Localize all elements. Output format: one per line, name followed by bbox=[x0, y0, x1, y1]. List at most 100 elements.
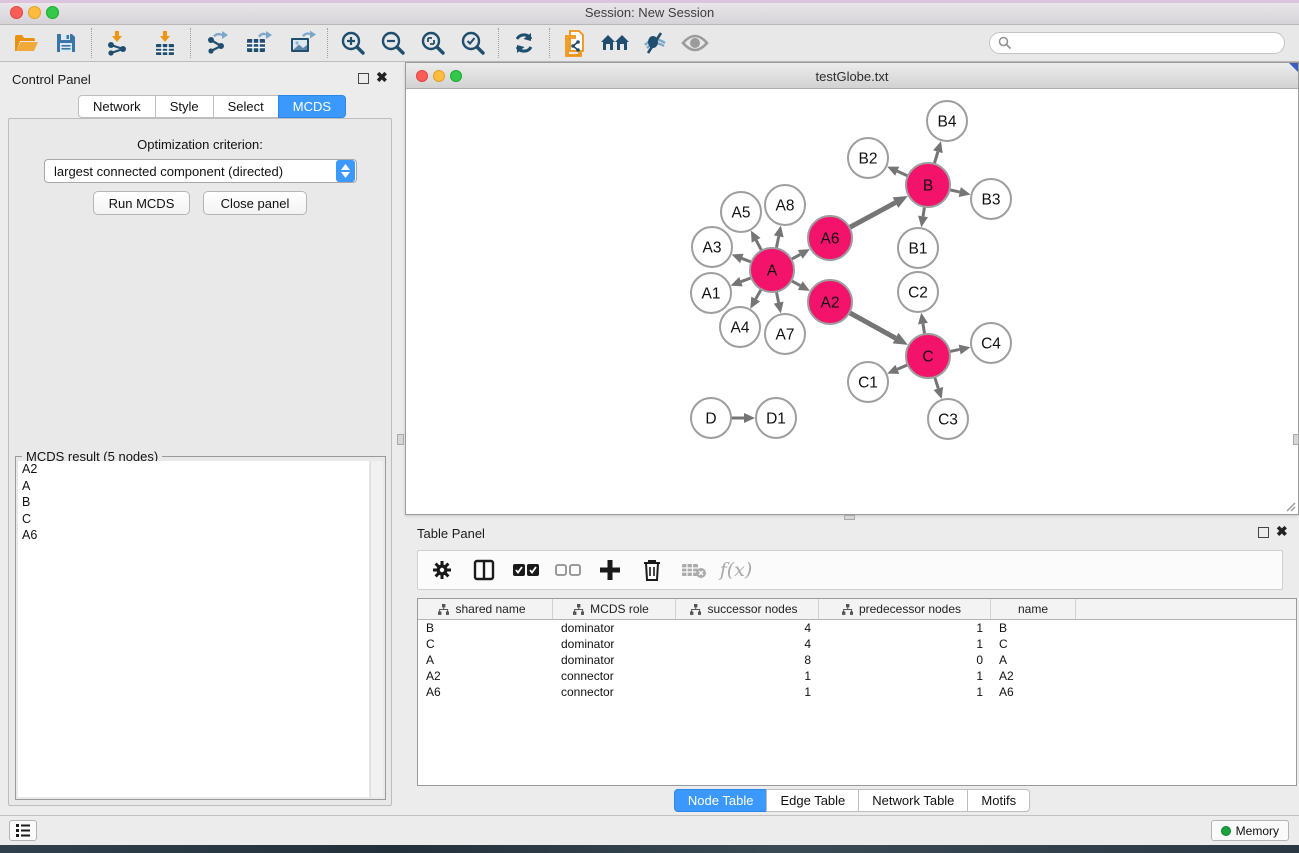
tab-style[interactable]: Style bbox=[155, 95, 214, 118]
node-A4[interactable]: A4 bbox=[720, 307, 760, 347]
edge-A-A5[interactable] bbox=[751, 231, 762, 251]
import-network-icon[interactable] bbox=[97, 27, 137, 59]
result-item[interactable]: A6 bbox=[18, 527, 369, 544]
tab-node-table[interactable]: Node Table bbox=[674, 789, 768, 812]
table-row[interactable]: Bdominator41B bbox=[418, 620, 1296, 636]
column-layout-icon[interactable] bbox=[470, 556, 498, 584]
edge-B-B3[interactable] bbox=[949, 187, 970, 197]
edge-B-B4[interactable] bbox=[933, 141, 943, 164]
node-A8[interactable]: A8 bbox=[765, 185, 805, 225]
node-B1[interactable]: B1 bbox=[898, 228, 938, 268]
search-box[interactable] bbox=[989, 32, 1285, 54]
tab-mcds[interactable]: MCDS bbox=[278, 95, 346, 118]
delete-column-icon[interactable] bbox=[638, 556, 666, 584]
node-C1[interactable]: C1 bbox=[848, 362, 888, 402]
edge-A-A4[interactable] bbox=[750, 289, 761, 309]
edge-A-A2[interactable] bbox=[791, 281, 810, 291]
node-C4[interactable]: C4 bbox=[971, 323, 1011, 363]
vertical-splitter-grip[interactable] bbox=[397, 434, 404, 445]
show-all-icon[interactable] bbox=[675, 27, 715, 59]
node-A1[interactable]: A1 bbox=[691, 273, 731, 313]
close-table-panel-icon[interactable]: ✖ bbox=[1276, 524, 1288, 538]
table-row[interactable]: A2connector11A2 bbox=[418, 668, 1296, 684]
zoom-selected-icon[interactable] bbox=[453, 27, 493, 59]
export-network-icon[interactable] bbox=[196, 27, 236, 59]
zoom-out-icon[interactable] bbox=[373, 27, 413, 59]
close-panel-button[interactable]: Close panel bbox=[203, 191, 307, 215]
vertical-splitter-grip[interactable] bbox=[1293, 434, 1299, 445]
edge-A2-C[interactable] bbox=[849, 313, 908, 345]
resize-grip-icon[interactable] bbox=[1284, 500, 1296, 512]
add-column-icon[interactable] bbox=[596, 556, 624, 584]
float-panel-icon[interactable] bbox=[358, 73, 369, 84]
new-network-from-selection-icon[interactable] bbox=[555, 27, 595, 59]
node-B4[interactable]: B4 bbox=[927, 101, 967, 141]
column-header-predecessor-nodes[interactable]: predecessor nodes bbox=[819, 599, 991, 619]
hide-selected-icon[interactable] bbox=[635, 27, 675, 59]
edge-D-D1[interactable] bbox=[731, 413, 755, 423]
settings-gear-icon[interactable] bbox=[428, 556, 456, 584]
column-header-name[interactable]: name bbox=[991, 599, 1076, 619]
result-item[interactable]: B bbox=[18, 494, 369, 511]
node-A2[interactable]: A2 bbox=[808, 280, 852, 324]
node-B3[interactable]: B3 bbox=[971, 179, 1011, 219]
optimization-criterion-select[interactable]: largest connected component (directed) bbox=[44, 159, 357, 183]
save-session-icon[interactable] bbox=[46, 27, 86, 59]
first-neighbors-icon[interactable] bbox=[595, 27, 635, 59]
result-scrollbar[interactable] bbox=[370, 461, 383, 797]
refresh-icon[interactable] bbox=[504, 27, 544, 59]
edge-A-A8[interactable] bbox=[774, 226, 784, 249]
tab-motifs[interactable]: Motifs bbox=[967, 789, 1030, 812]
edge-A6-B[interactable] bbox=[849, 196, 907, 228]
float-table-panel-icon[interactable] bbox=[1258, 527, 1269, 538]
edge-A-A3[interactable] bbox=[732, 254, 752, 263]
edge-C-C1[interactable] bbox=[887, 365, 908, 374]
memory-button[interactable]: Memory bbox=[1211, 820, 1289, 841]
zoom-fit-icon[interactable] bbox=[413, 27, 453, 59]
node-B[interactable]: B bbox=[906, 163, 950, 207]
edge-A-A1[interactable] bbox=[731, 277, 752, 286]
edge-B-B2[interactable] bbox=[887, 167, 908, 176]
table-row[interactable]: Cdominator41C bbox=[418, 636, 1296, 652]
node-A[interactable]: A bbox=[750, 248, 794, 292]
edge-A-A7[interactable] bbox=[774, 292, 784, 314]
result-item[interactable]: A bbox=[18, 478, 369, 495]
column-header-MCDS-role[interactable]: MCDS role bbox=[553, 599, 676, 619]
open-file-icon[interactable] bbox=[6, 27, 46, 59]
node-A5[interactable]: A5 bbox=[721, 192, 761, 232]
node-B2[interactable]: B2 bbox=[848, 138, 888, 178]
tab-edge-table[interactable]: Edge Table bbox=[766, 789, 859, 812]
task-history-button[interactable] bbox=[9, 820, 37, 841]
edge-C-C3[interactable] bbox=[934, 377, 944, 399]
result-item[interactable]: C bbox=[18, 511, 369, 528]
node-C3[interactable]: C3 bbox=[928, 399, 968, 439]
deselect-all-icon[interactable] bbox=[554, 556, 582, 584]
edge-B-B1[interactable] bbox=[918, 207, 928, 228]
zoom-in-icon[interactable] bbox=[333, 27, 373, 59]
edge-C-C2[interactable] bbox=[918, 313, 928, 335]
tab-network[interactable]: Network bbox=[78, 95, 156, 118]
import-table-icon[interactable] bbox=[145, 27, 185, 59]
column-header-shared-name[interactable]: shared name bbox=[418, 599, 553, 619]
result-item[interactable]: A2 bbox=[18, 461, 369, 478]
tab-network-table[interactable]: Network Table bbox=[858, 789, 968, 812]
close-panel-icon[interactable]: ✖ bbox=[376, 70, 388, 84]
export-table-icon[interactable] bbox=[238, 27, 278, 59]
node-C[interactable]: C bbox=[906, 334, 950, 378]
column-header-successor-nodes[interactable]: successor nodes bbox=[676, 599, 819, 619]
run-mcds-button[interactable]: Run MCDS bbox=[93, 191, 190, 215]
tab-select[interactable]: Select bbox=[213, 95, 279, 118]
edge-A-A6[interactable] bbox=[791, 249, 810, 259]
network-canvas[interactable]: B4 B2 B B3 A5A8A6 A3 B1 A A1 C2 A2 A4A7 C4 C C1 C3 D D1 bbox=[406, 89, 1298, 514]
node-A7[interactable]: A7 bbox=[765, 314, 805, 354]
node-D[interactable]: D bbox=[691, 398, 731, 438]
table-row[interactable]: Adominator80A bbox=[418, 652, 1296, 668]
node-D1[interactable]: D1 bbox=[756, 398, 796, 438]
export-image-icon[interactable] bbox=[282, 27, 322, 59]
search-input[interactable] bbox=[1017, 36, 1276, 50]
node-A6[interactable]: A6 bbox=[808, 216, 852, 260]
node-A3[interactable]: A3 bbox=[692, 227, 732, 267]
node-C2[interactable]: C2 bbox=[898, 272, 938, 312]
edge-C-C4[interactable] bbox=[950, 345, 971, 355]
table-row[interactable]: A6connector11A6 bbox=[418, 684, 1296, 700]
